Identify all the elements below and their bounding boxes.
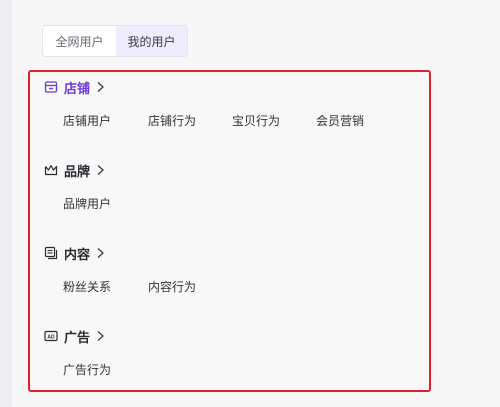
chevron-right-icon (96, 164, 105, 176)
ad-icon: AD (44, 329, 58, 343)
crown-icon (44, 163, 58, 177)
item-product-behavior[interactable]: 宝贝行为 (232, 112, 280, 129)
item-content-behavior[interactable]: 内容行为 (148, 278, 196, 295)
section-header-ad[interactable]: AD 广告 (44, 327, 105, 346)
section-header-brand[interactable]: 品牌 (44, 161, 105, 180)
item-store-behavior[interactable]: 店铺行为 (148, 112, 196, 129)
section-title-store: 店铺 (64, 81, 91, 97)
item-ad-behavior[interactable]: 广告行为 (63, 361, 111, 378)
category-panel: 店铺 店铺用户 店铺行为 宝贝行为 会员营销 品牌 品牌用户 内容 粉丝关系 内… (28, 70, 431, 392)
page: 全网用户 我的用户 店铺 店铺用户 店铺行为 宝贝行为 会员营销 品牌 品牌用户… (0, 0, 500, 407)
section-title-brand: 品牌 (64, 164, 91, 180)
section-header-store[interactable]: 店铺 (44, 78, 105, 97)
section-title-ad: 广告 (64, 330, 91, 346)
svg-text:AD: AD (47, 334, 55, 340)
section-header-content[interactable]: 内容 (44, 244, 105, 263)
item-fan-relations[interactable]: 粉丝关系 (63, 278, 111, 295)
store-icon (44, 80, 58, 94)
section-title-content: 内容 (64, 247, 91, 263)
item-store-users[interactable]: 店铺用户 (63, 112, 111, 129)
item-member-marketing[interactable]: 会员营销 (316, 112, 364, 129)
item-brand-users[interactable]: 品牌用户 (63, 195, 111, 212)
tab-my-users[interactable]: 我的用户 (116, 26, 187, 56)
content-icon (44, 246, 58, 260)
left-sidebar-strip (0, 0, 12, 407)
user-scope-tabs: 全网用户 我的用户 (42, 25, 188, 57)
chevron-right-icon (96, 247, 105, 259)
chevron-right-icon (96, 330, 105, 342)
tab-all-network-users[interactable]: 全网用户 (43, 26, 116, 56)
chevron-right-icon (96, 81, 105, 93)
